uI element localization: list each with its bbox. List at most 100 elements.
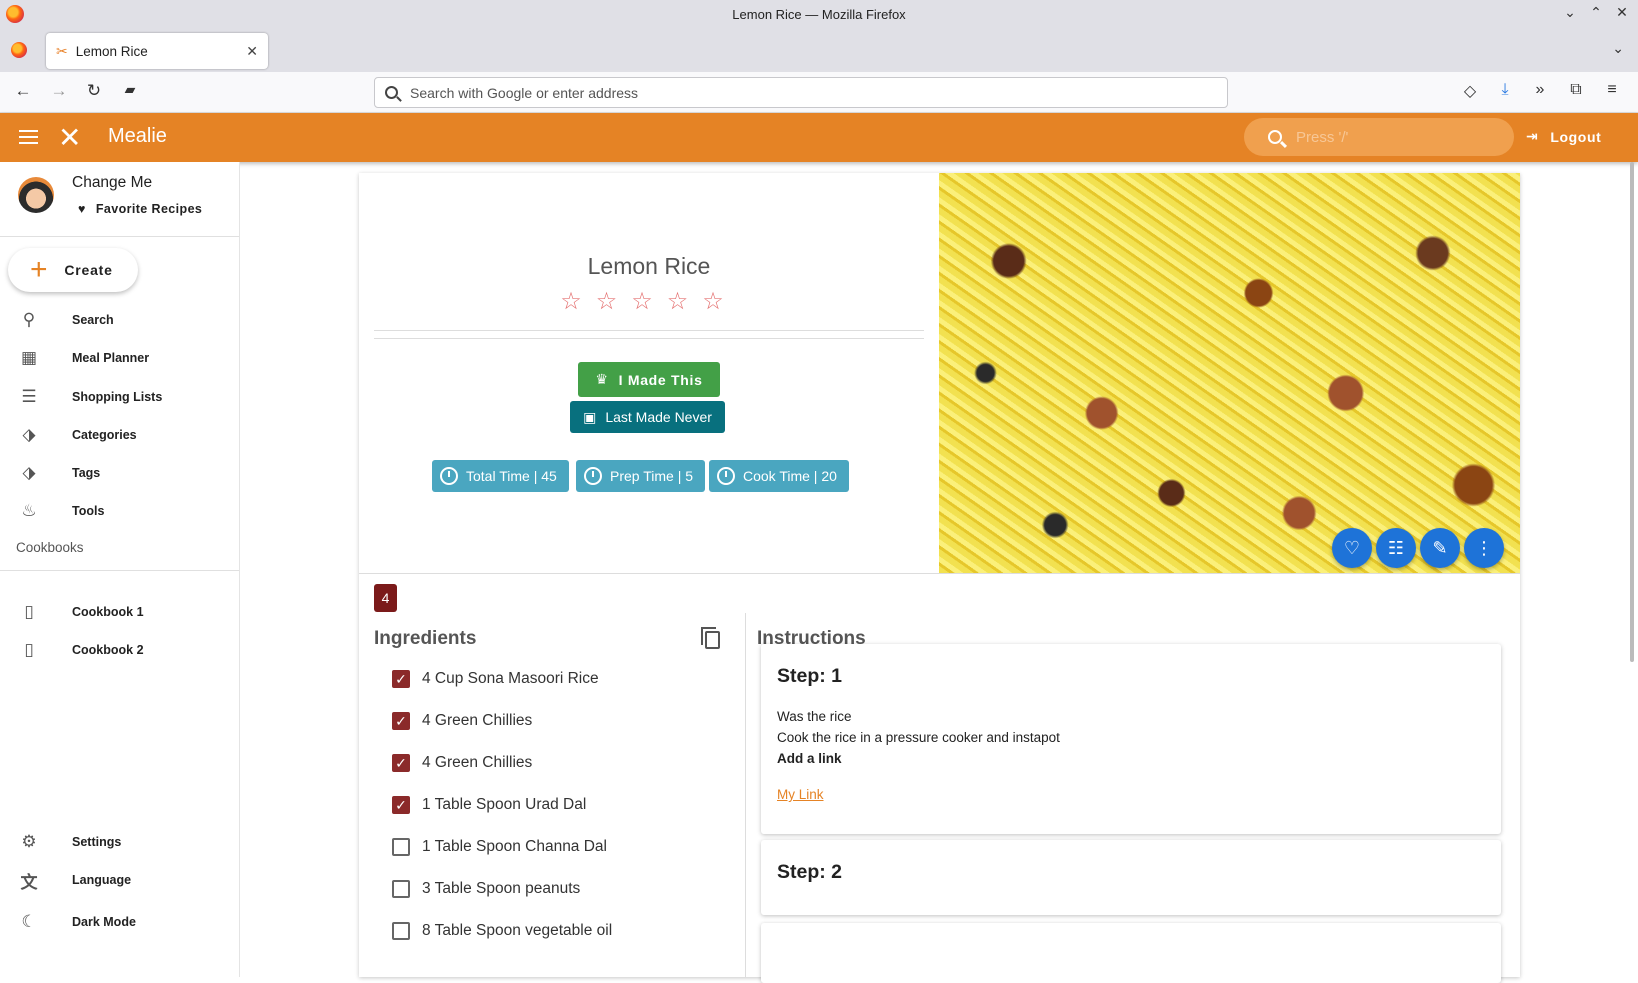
favorite-recipes-link[interactable]: ♥ Favorite Recipes xyxy=(78,202,202,216)
hamburger-menu-icon[interactable] xyxy=(19,130,38,144)
chef-hat-icon: ♛ xyxy=(595,371,609,387)
list-all-tabs-icon[interactable]: ⌄ xyxy=(1612,40,1624,57)
minimize-icon[interactable]: ⌄ xyxy=(1562,4,1578,21)
checkbox[interactable]: ✓ xyxy=(392,796,410,814)
book-icon: ▯ xyxy=(24,640,34,659)
checkbox[interactable]: ✓ xyxy=(392,712,410,730)
menu-icon[interactable]: ≡ xyxy=(1601,81,1623,99)
user-name[interactable]: Change Me xyxy=(72,174,152,192)
rating-stars[interactable]: ☆☆☆☆☆ xyxy=(359,287,939,316)
i-made-this-label: I Made This xyxy=(618,371,703,388)
more-options-button[interactable]: ⋮ xyxy=(1464,528,1504,568)
sidebar-item-language[interactable]: 文 Language xyxy=(0,861,239,899)
ingredient-text: 8 Table Spoon vegetable oil xyxy=(422,922,613,939)
ingredient-row[interactable]: ✓ 4 Cup Sona Masoori Rice xyxy=(392,667,599,691)
ingredient-text: 4 Cup Sona Masoori Rice xyxy=(422,670,599,687)
close-window-icon[interactable]: ✕ xyxy=(1614,4,1630,21)
ingredient-row[interactable]: 8 Table Spoon vegetable oil xyxy=(392,919,612,943)
add-to-list-button[interactable]: ☷ xyxy=(1376,528,1416,568)
instruction-step[interactable]: Step: 1 Was the rice Cook the rice in a … xyxy=(761,644,1501,834)
reload-icon[interactable]: ↻ xyxy=(83,81,105,101)
last-made-button[interactable]: ▣ Last Made Never xyxy=(570,401,725,433)
firefox-logo-icon xyxy=(6,5,24,23)
ingredient-row[interactable]: 1 Table Spoon Channa Dal xyxy=(392,835,607,859)
sidebar-item-label: Categories xyxy=(72,428,137,442)
instruction-step[interactable] xyxy=(761,923,1501,983)
checkbox[interactable]: ✓ xyxy=(392,670,410,688)
sidebar-item-label: Tags xyxy=(72,466,101,480)
ingredient-row[interactable]: ✓ 1 Table Spoon Urad Dal xyxy=(392,793,586,817)
checkbox[interactable]: ✓ xyxy=(392,754,410,772)
column-divider xyxy=(745,613,746,977)
url-placeholder: Search with Google or enter address xyxy=(410,84,639,101)
scrollbar[interactable] xyxy=(1630,162,1634,662)
tab-lemon-rice[interactable]: ✂ Lemon Rice ✕ xyxy=(46,33,268,69)
downloads-icon[interactable]: ⤓ xyxy=(1494,81,1516,99)
sidebar-item-meal-planner[interactable]: ▦ Meal Planner xyxy=(0,339,239,377)
overflow-chevron-icon[interactable]: » xyxy=(1529,81,1551,99)
sidebar-item-tags[interactable]: ⬗ Tags xyxy=(0,454,239,492)
divider xyxy=(374,330,924,331)
i-made-this-button[interactable]: ♛ I Made This xyxy=(578,362,720,397)
prep-time-chip: Prep Time | 5 xyxy=(576,460,706,492)
extension-icon[interactable]: ▰ xyxy=(119,81,141,98)
mealie-logo-icon[interactable]: ✕ xyxy=(58,121,81,154)
translate-icon: 文 xyxy=(20,872,38,892)
forward-icon[interactable]: → xyxy=(48,81,70,101)
sidebar-item-categories[interactable]: ⬗ Categories xyxy=(0,416,239,454)
avatar[interactable] xyxy=(18,177,54,213)
app-search-placeholder: Press '/' xyxy=(1296,128,1349,146)
gear-icon: ⚙ xyxy=(21,832,37,851)
recipe-title: Lemon Rice xyxy=(587,253,711,279)
step-bold-line: Add a link xyxy=(777,751,842,766)
app-search-input[interactable]: Press '/' xyxy=(1244,118,1514,156)
back-icon[interactable]: ← xyxy=(12,81,34,101)
search-icon xyxy=(385,86,398,99)
instruction-step[interactable]: Step: 2 xyxy=(761,840,1501,915)
app-name[interactable]: Mealie xyxy=(108,125,167,148)
step-link[interactable]: My Link xyxy=(777,787,824,802)
create-button[interactable]: + Create xyxy=(8,248,138,292)
recipe-card: Lemon Rice ☆☆☆☆☆ ♛ I Made This ▣ Last Ma… xyxy=(359,173,1520,983)
recipe-actions: ♡ ☷ ✎ ⋮ xyxy=(1332,528,1504,568)
ingredient-text: 1 Table Spoon Channa Dal xyxy=(422,838,607,855)
url-bar[interactable]: Search with Google or enter address xyxy=(374,77,1228,108)
total-time-chip: Total Time | 45 xyxy=(432,460,569,492)
step-line: Was the rice xyxy=(777,709,852,724)
ingredient-row[interactable]: ✓ 4 Green Chillies xyxy=(392,709,532,733)
edit-button[interactable]: ✎ xyxy=(1420,528,1460,568)
checkbox[interactable] xyxy=(392,922,410,940)
step-title: Step: 1 xyxy=(777,665,843,687)
logout-button[interactable]: ⇥ Logout xyxy=(1526,128,1601,145)
logout-icon: ⇥ xyxy=(1526,128,1539,144)
sidebar-item-label: Dark Mode xyxy=(72,915,136,929)
app-bar: ✕ Mealie Press '/' ⇥ Logout xyxy=(0,113,1638,162)
firefox-view-icon[interactable] xyxy=(11,42,27,58)
clock-icon xyxy=(584,467,602,485)
cook-time-chip: Cook Time | 20 xyxy=(709,460,849,492)
copy-icon[interactable] xyxy=(701,627,720,649)
extensions-puzzle-icon[interactable]: ⧉ xyxy=(1565,81,1587,99)
sidebar-item-tools[interactable]: ♨ Tools xyxy=(0,492,239,530)
search-icon: ⚲ xyxy=(22,310,36,329)
search-icon xyxy=(1268,130,1282,144)
cookbooks-header: Cookbooks xyxy=(16,540,84,555)
close-tab-icon[interactable]: ✕ xyxy=(246,43,258,60)
pocket-icon[interactable]: ◇ xyxy=(1459,81,1481,101)
checkbox[interactable] xyxy=(392,880,410,898)
maximize-icon[interactable]: ⌃ xyxy=(1588,4,1604,21)
sidebar-item-cookbook-2[interactable]: ▯ Cookbook 2 xyxy=(0,631,239,669)
favorite-heart-button[interactable]: ♡ xyxy=(1332,528,1372,568)
dots-vertical-icon: ⋮ xyxy=(1475,537,1493,558)
tags-icon: ⬗ xyxy=(22,425,36,444)
sidebar-item-shopping-lists[interactable]: ☰ Shopping Lists xyxy=(0,378,239,416)
checkbox[interactable] xyxy=(392,838,410,856)
tab-label: Lemon Rice xyxy=(75,43,148,59)
sidebar-item-dark-mode[interactable]: ☾ Dark Mode xyxy=(0,903,239,941)
book-icon: ▯ xyxy=(24,602,34,621)
sidebar-item-cookbook-1[interactable]: ▯ Cookbook 1 xyxy=(0,593,239,631)
ingredient-row[interactable]: 3 Table Spoon peanuts xyxy=(392,877,580,901)
sidebar-item-search[interactable]: ⚲ Search xyxy=(0,301,239,339)
ingredient-row[interactable]: ✓ 4 Green Chillies xyxy=(392,751,532,775)
sidebar-item-settings[interactable]: ⚙ Settings xyxy=(0,823,239,861)
